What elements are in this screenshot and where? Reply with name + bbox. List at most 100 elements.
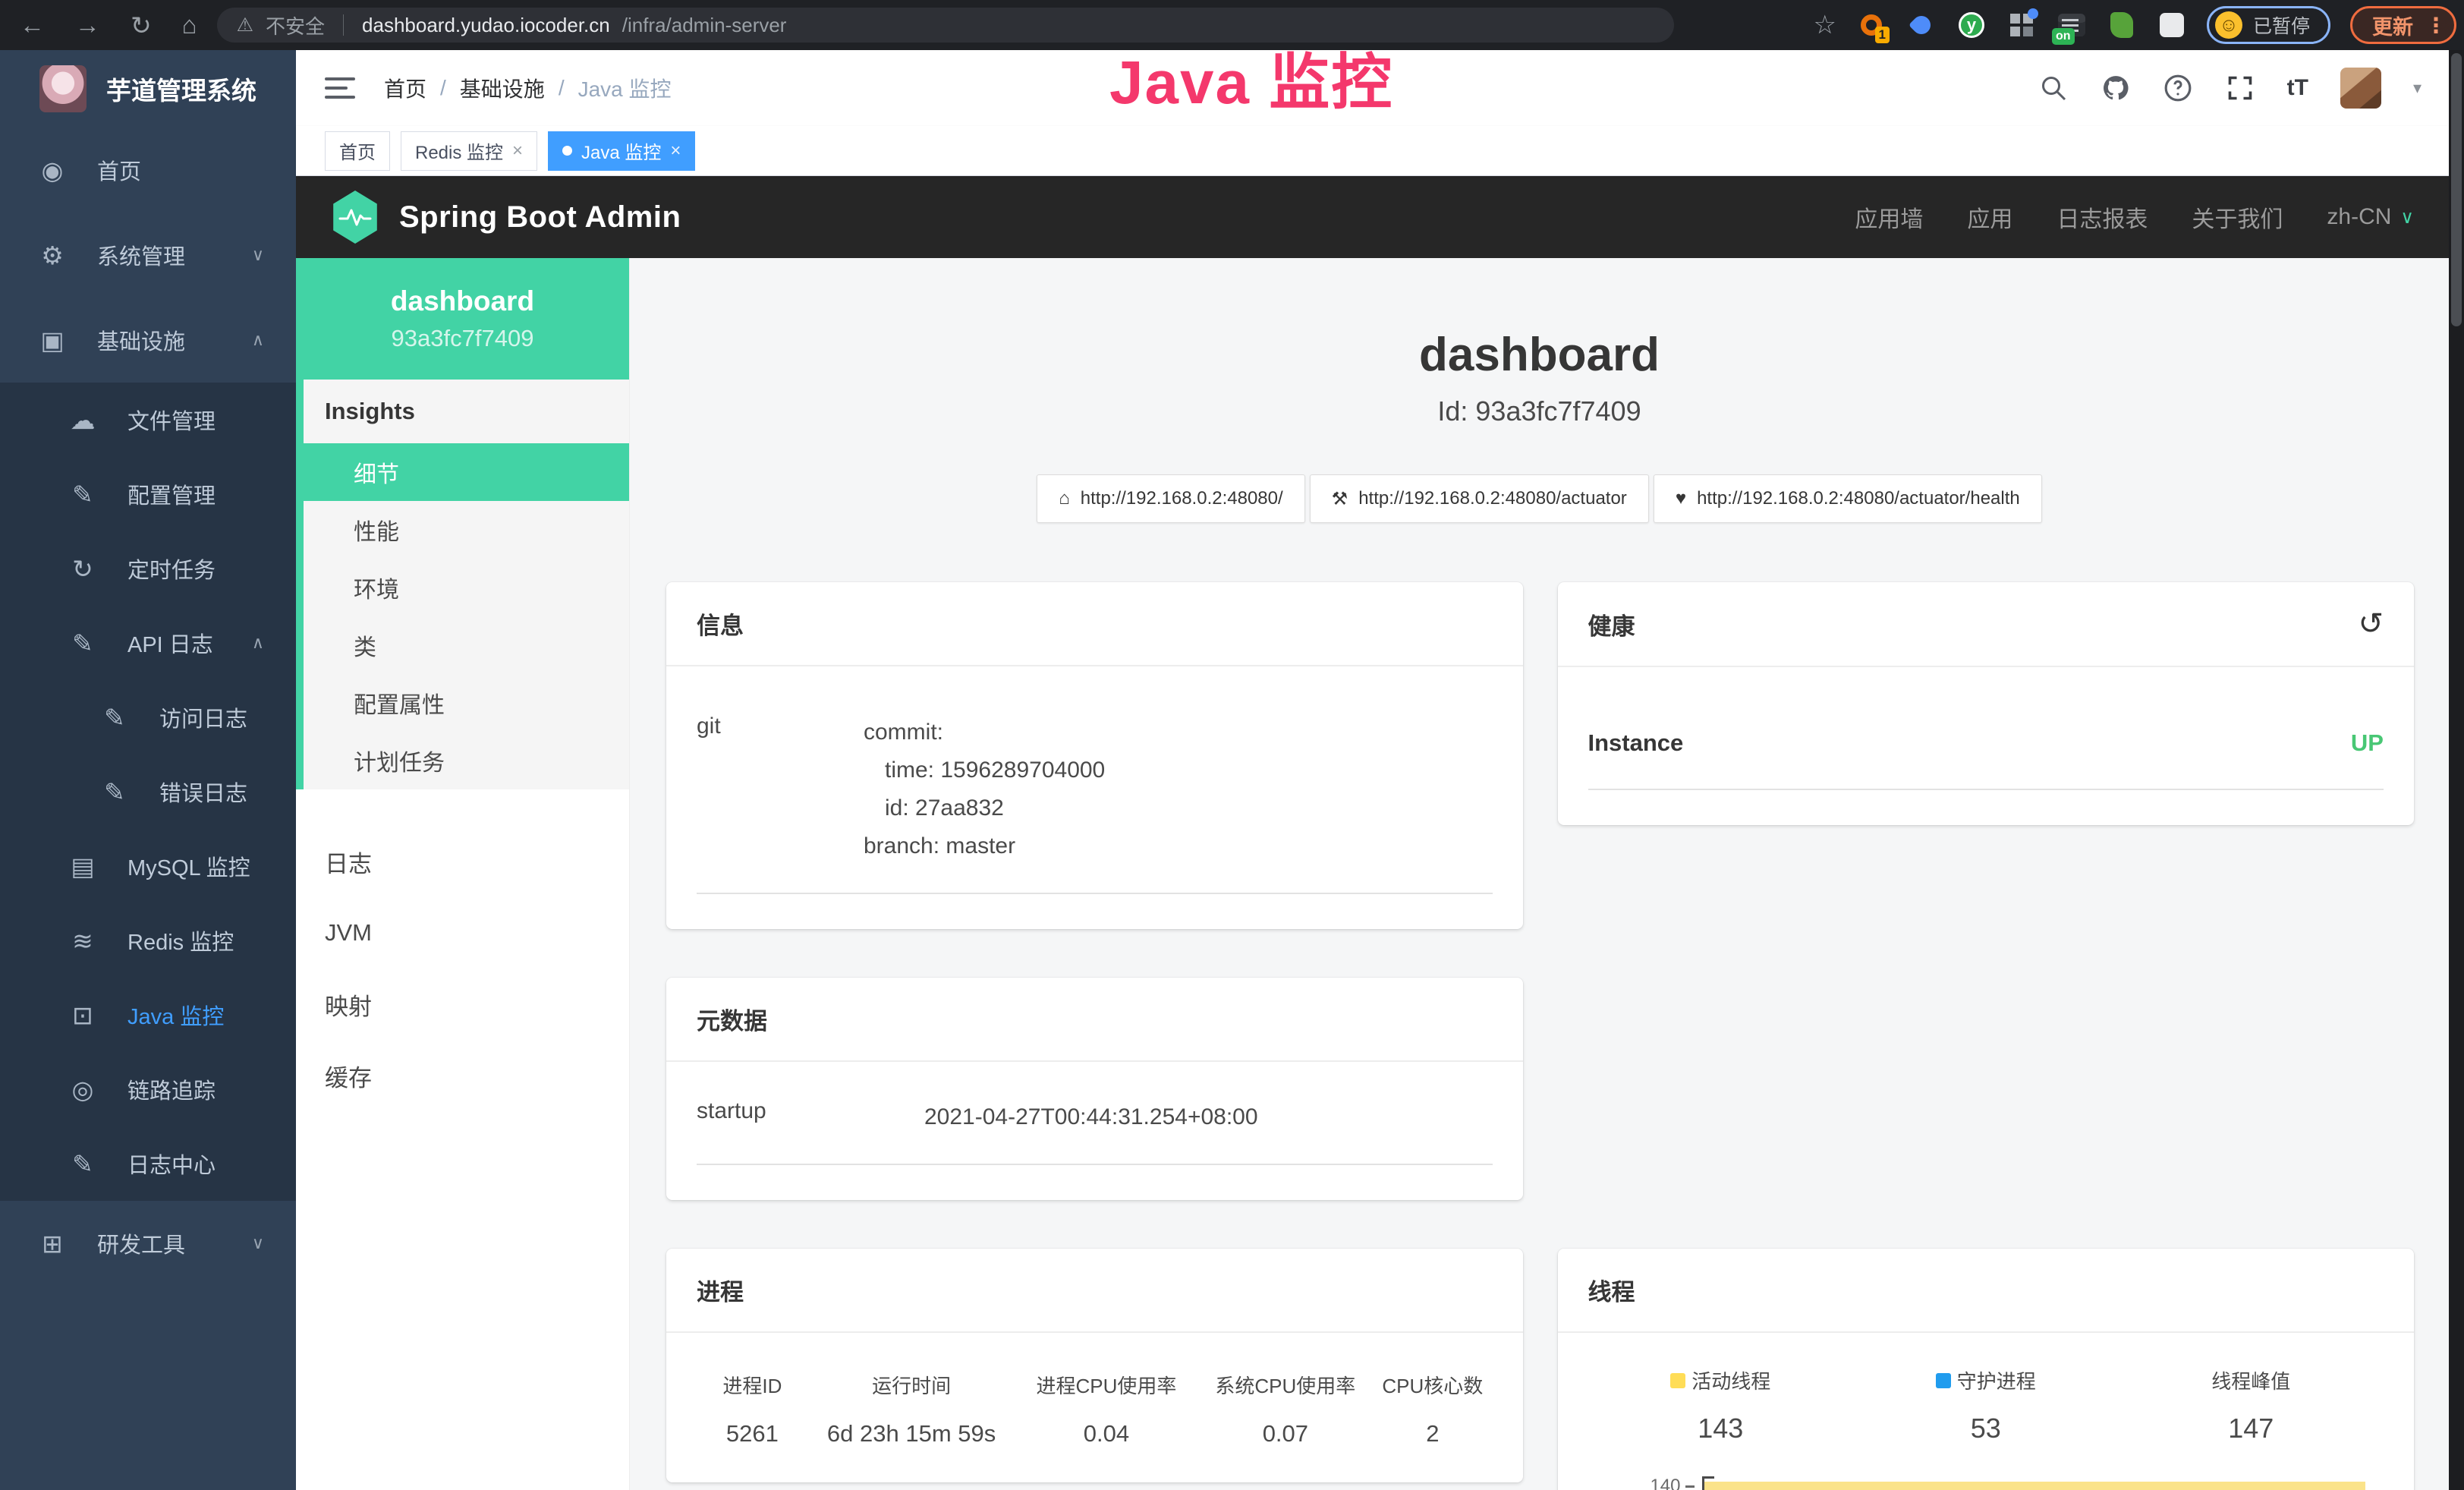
sba-item-config-props[interactable]: 配置属性 xyxy=(304,674,629,732)
sidebar-item-log-center[interactable]: ✎ 日志中心 xyxy=(0,1126,296,1201)
sidebar-item-file-manage[interactable]: ☁ 文件管理 xyxy=(0,383,296,457)
tab-java-monitor[interactable]: Java 监控 × xyxy=(548,131,695,171)
sidebar-item-api-log[interactable]: ✎ API 日志 ∧ xyxy=(0,606,296,680)
sidebar-item-mysql-monitor[interactable]: ▤ MySQL 监控 xyxy=(0,829,296,903)
extension-pin-icon[interactable] xyxy=(1906,10,1937,40)
extension-on-icon[interactable]: on xyxy=(2056,10,2087,40)
service-url: http://192.168.0.2:48080/ xyxy=(1081,488,1283,509)
sba-item-mappings[interactable]: 映射 xyxy=(296,969,629,1040)
sba-item-caches[interactable]: 缓存 xyxy=(296,1040,629,1111)
insecure-warning-icon: ⚠ xyxy=(237,14,253,36)
browser-reload-icon[interactable]: ↻ xyxy=(131,11,152,40)
sidebar-item-system[interactable]: ⚙ 系统管理 ∨ xyxy=(0,213,296,298)
sba-nav-about[interactable]: 关于我们 xyxy=(2192,200,2283,234)
tab-home[interactable]: 首页 xyxy=(325,131,390,171)
sidebar-item-label: 定时任务 xyxy=(127,553,216,584)
app-logo-row[interactable]: 芋道管理系统 xyxy=(0,50,296,128)
log-icon: ✎ xyxy=(99,703,131,732)
process-card-title: 进程 xyxy=(666,1249,1523,1333)
cell-value: 6d 23h 15m 59s xyxy=(808,1420,1015,1447)
sba-locale-select[interactable]: zh-CN ∨ xyxy=(2327,204,2414,230)
service-url-button[interactable]: ⌂ http://192.168.0.2:48080/ xyxy=(1037,474,1304,523)
breadcrumb-infra[interactable]: 基础设施 xyxy=(460,73,545,103)
instance-id: 93a3fc7f7409 xyxy=(296,325,629,352)
sidebar-item-infra[interactable]: ▣ 基础设施 ∧ xyxy=(0,298,296,383)
sidebar-item-redis-monitor[interactable]: ≋ Redis 监控 xyxy=(0,903,296,978)
sidebar-item-scheduled-jobs[interactable]: ↻ 定时任务 xyxy=(0,531,296,606)
kebab-menu-icon[interactable]: ⋮ xyxy=(2425,13,2447,38)
sidebar-item-home[interactable]: ◉ 首页 xyxy=(0,128,296,213)
instance-header[interactable]: dashboard 93a3fc7f7409 xyxy=(296,258,629,380)
sidebar-item-access-log[interactable]: ✎ 访问日志 xyxy=(0,680,296,754)
close-icon[interactable]: × xyxy=(512,140,523,162)
sba-item-environment[interactable]: 环境 xyxy=(304,559,629,616)
leaf-shape xyxy=(2110,12,2133,38)
git-info-row: git commit: time: 1596289704000 id: 27aa… xyxy=(697,694,1493,894)
sba-nav-wallboard[interactable]: 应用墙 xyxy=(1855,200,1923,234)
extension-grid-icon[interactable] xyxy=(2006,10,2037,40)
browser-forward-icon[interactable]: → xyxy=(75,11,100,39)
chevron-down-icon: ∨ xyxy=(252,245,264,265)
extension-green-icon[interactable] xyxy=(2107,10,2137,40)
cloud-upload-icon: ☁ xyxy=(67,405,99,435)
threads-card: 线程 活动线程 143 守护进程 53 线 xyxy=(1558,1249,2415,1490)
profile-paused-chip[interactable]: ☺ 已暂停 xyxy=(2207,6,2330,44)
health-url-button[interactable]: ♥ http://192.168.0.2:48080/actuator/heal… xyxy=(1654,474,2042,523)
git-line: commit: xyxy=(864,713,1105,751)
extension-y-icon[interactable]: y xyxy=(1956,10,1987,40)
startup-row: startup 2021-04-27T00:44:31.254+08:00 xyxy=(697,1098,1493,1165)
fullscreen-icon[interactable] xyxy=(2225,73,2255,103)
sidebar-item-error-log[interactable]: ✎ 错误日志 xyxy=(0,754,296,829)
actuator-url-button[interactable]: ⚒ http://192.168.0.2:48080/actuator xyxy=(1310,474,1649,523)
extension-puzzle-icon[interactable] xyxy=(2157,10,2187,40)
address-bar[interactable]: ⚠ 不安全 dashboard.yudao.iocoder.cn/infra/a… xyxy=(217,8,1674,43)
history-icon[interactable]: ↺ xyxy=(2358,606,2384,641)
daemon-threads-value: 53 xyxy=(1853,1413,2119,1444)
tab-label: Redis 监控 xyxy=(415,137,503,164)
user-avatar[interactable] xyxy=(2340,68,2381,109)
monitor-icon: ▣ xyxy=(36,326,68,355)
sidebar-item-trace[interactable]: ◎ 链路追踪 xyxy=(0,1052,296,1126)
sba-item-classes[interactable]: 类 xyxy=(304,616,629,674)
tab-label: 首页 xyxy=(339,137,376,164)
bookmark-star-icon[interactable]: ☆ xyxy=(1814,10,1836,40)
sidebar-item-label: 文件管理 xyxy=(127,404,216,436)
log-icon: ✎ xyxy=(99,777,131,807)
github-icon[interactable] xyxy=(2101,73,2131,103)
cell-value: 0.07 xyxy=(1198,1420,1374,1447)
sba-content: dashboard Id: 93a3fc7f7409 ⌂ http://192.… xyxy=(630,258,2449,1490)
help-icon[interactable] xyxy=(2163,73,2193,103)
extension-orange-icon[interactable]: 1 xyxy=(1856,10,1887,40)
sidebar-item-devtools[interactable]: ⊞ 研发工具 ∨ xyxy=(0,1201,296,1286)
sidebar-item-config-manage[interactable]: ✎ 配置管理 xyxy=(0,457,296,531)
close-icon[interactable]: × xyxy=(670,140,681,162)
tab-redis-monitor[interactable]: Redis 监控 × xyxy=(401,131,537,171)
collapse-sidebar-icon[interactable] xyxy=(325,75,355,101)
sba-nav-journal[interactable]: 日志报表 xyxy=(2056,200,2148,234)
stat-label: 活动线程 xyxy=(1691,1366,1770,1394)
breadcrumb: 首页 / 基础设施 / Java 监控 xyxy=(384,73,672,103)
health-row-label: Instance xyxy=(1588,729,1684,757)
instance-health-row[interactable]: Instance UP xyxy=(1588,707,2384,790)
page-instance-id: Id: 93a3fc7f7409 xyxy=(630,395,2449,427)
blue-dot xyxy=(2028,8,2038,19)
sba-item-scheduled-tasks[interactable]: 计划任务 xyxy=(304,732,629,789)
avatar-caret-icon[interactable]: ▾ xyxy=(2413,78,2422,98)
browser-back-icon[interactable]: ← xyxy=(20,11,45,39)
font-size-icon[interactable]: tT xyxy=(2287,75,2308,101)
sidebar-item-java-monitor[interactable]: ⊡ Java 监控 xyxy=(0,978,296,1052)
sba-nav-applications[interactable]: 应用 xyxy=(1967,200,2012,234)
sba-item-jvm[interactable]: JVM xyxy=(296,897,629,969)
tab-label: Java 监控 xyxy=(581,137,661,164)
browser-update-button[interactable]: 更新 ⋮ xyxy=(2350,6,2456,44)
threads-chart: 140 120 100 xyxy=(1588,1476,2384,1490)
col-header: 系统CPU使用率 xyxy=(1198,1371,1374,1399)
page-scrollbar[interactable] xyxy=(2449,50,2464,1490)
sba-item-logs[interactable]: 日志 xyxy=(296,826,629,897)
sba-item-metrics[interactable]: 性能 xyxy=(304,501,629,559)
breadcrumb-home[interactable]: 首页 xyxy=(384,73,426,103)
scrollbar-thumb[interactable] xyxy=(2451,53,2462,326)
sba-item-details[interactable]: 细节 xyxy=(304,443,629,501)
browser-home-icon[interactable]: ⌂ xyxy=(182,11,197,39)
search-icon[interactable] xyxy=(2038,73,2069,103)
